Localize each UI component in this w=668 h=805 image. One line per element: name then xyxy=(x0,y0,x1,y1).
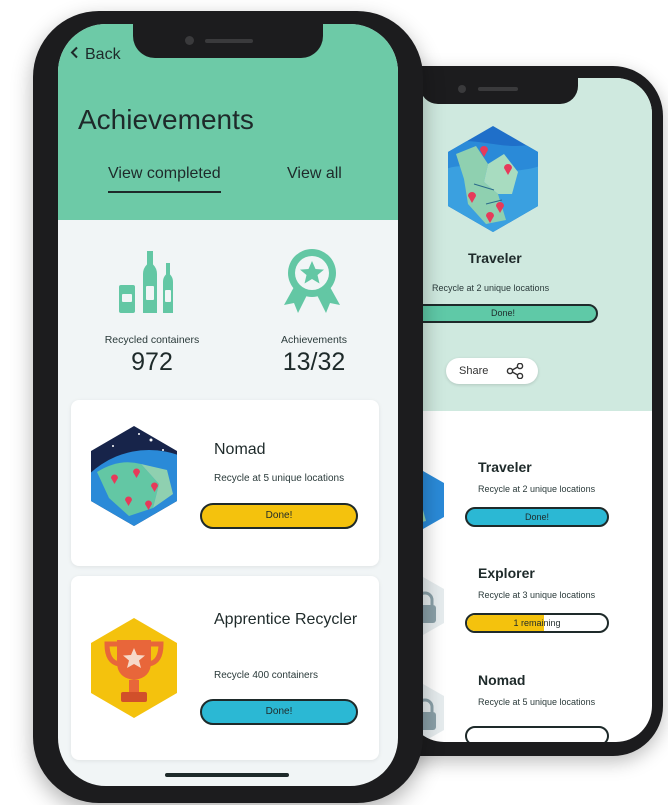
camera-icon xyxy=(458,85,466,93)
trophy-hexagon-badge-icon xyxy=(89,616,179,725)
status-pill: Done! xyxy=(200,503,358,529)
status-pill xyxy=(465,726,609,742)
home-indicator[interactable] xyxy=(165,773,289,777)
speaker-icon xyxy=(478,87,518,91)
stat-label: Achievements xyxy=(281,334,347,346)
stat-value: 972 xyxy=(131,348,173,376)
card-title: Nomad xyxy=(214,441,266,458)
stat-value: 13/32 xyxy=(282,348,346,376)
back-phone-notch xyxy=(420,76,578,104)
list-item-title: Nomad xyxy=(478,672,526,688)
chevron-left-icon xyxy=(70,46,79,64)
achievement-card[interactable]: Apprentice Recycler Recycle 400 containe… xyxy=(71,576,379,760)
card-description: Recycle 400 containers xyxy=(214,670,318,681)
map-hexagon-badge-icon xyxy=(446,124,540,239)
back-label: Back xyxy=(85,46,121,63)
share-icon xyxy=(506,363,524,379)
stat-achievements: Achievements 13/32 xyxy=(256,334,372,377)
front-phone-screen: Back Achievements View completed View al… xyxy=(58,24,398,786)
card-title: Apprentice Recycler xyxy=(214,611,358,628)
tab-view-all[interactable]: View all xyxy=(287,165,342,183)
card-description: Recycle at 5 unique locations xyxy=(214,473,345,484)
list-item-description: Recycle at 2 unique locations xyxy=(478,484,596,494)
hero-description: Recycle at 2 unique locations xyxy=(432,283,550,293)
list-item[interactable]: Nomad Recycle at 5 unique locations xyxy=(408,672,652,742)
bottles-icon xyxy=(116,246,182,321)
hero-title: Traveler xyxy=(468,250,522,266)
list-item-description: Recycle at 5 unique locations xyxy=(478,697,596,707)
speaker-icon xyxy=(205,39,253,43)
achievement-card[interactable]: Nomad Recycle at 5 unique locations Done… xyxy=(71,400,379,566)
hero-status-pill: Done! xyxy=(408,304,598,323)
back-phone-screen: Traveler Recycle at 2 unique locations D… xyxy=(408,78,652,742)
award-ribbon-icon xyxy=(280,247,344,320)
status-pill: Done! xyxy=(465,507,609,527)
globe-hexagon-badge-icon xyxy=(89,424,179,533)
list-item-title: Traveler xyxy=(478,459,532,475)
status-pill: Done! xyxy=(200,699,358,725)
tab-view-completed[interactable]: View completed xyxy=(108,165,221,193)
list-item-description: Recycle at 3 unique locations xyxy=(478,590,596,600)
stat-label: Recycled containers xyxy=(104,334,200,346)
list-item[interactable]: Traveler Recycle at 2 unique locations D… xyxy=(408,459,652,559)
camera-icon xyxy=(185,36,194,45)
list-item[interactable]: Explorer Recycle at 3 unique locations 1… xyxy=(408,565,652,665)
share-button[interactable]: Share xyxy=(446,358,538,384)
list-item-title: Explorer xyxy=(478,565,535,581)
progress-pill: 1 remaining xyxy=(465,613,609,633)
page-title: Achievements xyxy=(78,104,254,135)
front-phone-notch xyxy=(133,24,323,58)
stat-recycled-containers: Recycled containers 972 xyxy=(94,334,210,377)
back-button[interactable]: Back xyxy=(70,46,121,64)
progress-label: 1 remaining xyxy=(513,618,561,628)
share-label: Share xyxy=(459,365,489,377)
achievement-detail-panel: Traveler Recycle at 2 unique locations D… xyxy=(408,78,652,411)
